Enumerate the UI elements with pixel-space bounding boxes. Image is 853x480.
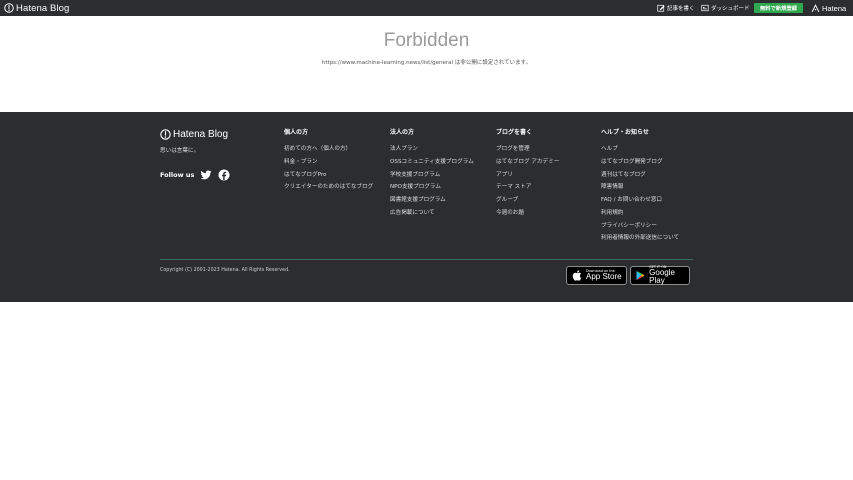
footer-link[interactable]: 法人プラン: [390, 146, 490, 154]
dashboard-label: ダッシュボード: [711, 6, 750, 12]
footer-link[interactable]: 図書館支援プログラム: [390, 197, 490, 205]
footer-link[interactable]: 今週のお題: [496, 210, 596, 218]
forbidden-message: https://www.machine-learning.news/list/g…: [321, 60, 532, 66]
google-play-badge[interactable]: GET IT ON Google Play: [630, 265, 690, 286]
google-play-icon: [636, 270, 645, 281]
app-store-big: App Store: [586, 272, 622, 282]
page-title: Forbidden: [383, 30, 470, 51]
footer-column-personal: 個人の方 初めての方へ（個人の方） 料金・プラン はてなブログPro クリエイタ…: [284, 128, 384, 197]
column-heading: 法人の方: [390, 129, 415, 136]
hatena-label: Hatena: [822, 3, 847, 13]
footer-link[interactable]: 障害情報: [601, 184, 701, 192]
dashboard-icon: [701, 4, 709, 12]
footer-link[interactable]: ブログを管理: [496, 146, 596, 154]
footer-link[interactable]: 利用規約: [601, 210, 701, 218]
footer-link[interactable]: 広告掲載について: [390, 210, 490, 218]
footer-link[interactable]: 週刊はてなブログ: [601, 172, 701, 180]
footer-link[interactable]: 学校支援プログラム: [390, 172, 490, 180]
dashboard-link[interactable]: ダッシュボード: [701, 3, 750, 13]
footer-logo-text: Hatena Blog: [173, 128, 229, 140]
column-heading: 個人の方: [284, 129, 309, 136]
footer-link[interactable]: はてなブログ開発ブログ: [601, 159, 701, 167]
write-entry-label: 記事を書く: [667, 6, 695, 12]
footer-link[interactable]: プライバシーポリシー: [601, 223, 701, 231]
follow-us-label: Follow us: [160, 171, 195, 179]
facebook-icon[interactable]: [218, 169, 230, 181]
footer-link[interactable]: OSSコミュニティ支援プログラム: [390, 159, 490, 167]
footer-link[interactable]: FAQ / お問い合わせ窓口: [601, 197, 701, 205]
footer-logo[interactable]: Hatena Blog: [160, 128, 228, 140]
footer: Hatena Blog 思いは言葉に。 Follow us 個人の方 初めての方…: [0, 112, 853, 302]
hatena-menu[interactable]: Hatena: [811, 3, 846, 13]
footer-link[interactable]: はてなブログ アカデミー: [496, 159, 596, 167]
app-store-text: Download on the App Store: [586, 269, 622, 282]
footer-column-help: ヘルプ・お知らせ ヘルプ はてなブログ開発ブログ 週刊はてなブログ 障害情報 F…: [601, 128, 701, 248]
footer-tagline: 思いは言葉に。: [160, 148, 200, 154]
hatena-blog-logo-icon: [4, 3, 14, 13]
hatena-blog-logo-icon: [160, 128, 171, 140]
twitter-icon[interactable]: [200, 169, 212, 181]
footer-link[interactable]: 利用者情報の外部送信について: [601, 235, 701, 243]
footer-divider: [160, 259, 693, 260]
pencil-icon: [657, 4, 665, 12]
footer-link[interactable]: テーマ ストア: [496, 184, 596, 192]
copyright: Copyright (C) 2001-2023 Hatena. All Righ…: [160, 268, 290, 273]
write-entry-link[interactable]: 記事を書く: [657, 3, 695, 13]
apple-icon: [572, 270, 582, 281]
column-heading: ブログを書く: [496, 129, 533, 136]
column-heading: ヘルプ・お知らせ: [601, 129, 649, 136]
top-bar: Hatena Blog 記事を書く ダッシュボード 無料で新規登録 Hatena: [0, 0, 853, 16]
footer-link[interactable]: ヘルプ: [601, 146, 701, 154]
google-play-text: GET IT ON Google Play: [649, 265, 689, 286]
footer-link[interactable]: 料金・プラン: [284, 159, 384, 167]
hatena-blog-logo[interactable]: Hatena Blog: [4, 2, 69, 14]
footer-link[interactable]: NPO支援プログラム: [390, 184, 490, 192]
signup-button[interactable]: 無料で新規登録: [754, 3, 803, 13]
footer-link[interactable]: 初めての方へ（個人の方）: [284, 146, 384, 154]
app-store-badge[interactable]: Download on the App Store: [566, 266, 627, 285]
footer-column-corporate: 法人の方 法人プラン OSSコミュニティ支援プログラム 学校支援プログラム NP…: [390, 128, 490, 223]
follow-us: Follow us: [160, 169, 236, 181]
footer-link[interactable]: グループ: [496, 197, 596, 205]
footer-link[interactable]: クリエイターのためのはてなブログ: [284, 184, 378, 192]
hatena-logo-icon: [811, 3, 820, 12]
footer-column-write: ブログを書く ブログを管理 はてなブログ アカデミー アプリ テーマ ストア グ…: [496, 128, 596, 223]
footer-link[interactable]: はてなブログPro: [284, 172, 384, 180]
logo-text: Hatena Blog: [16, 2, 70, 14]
footer-link[interactable]: アプリ: [496, 172, 596, 180]
google-play-big: Google Play: [649, 268, 675, 286]
